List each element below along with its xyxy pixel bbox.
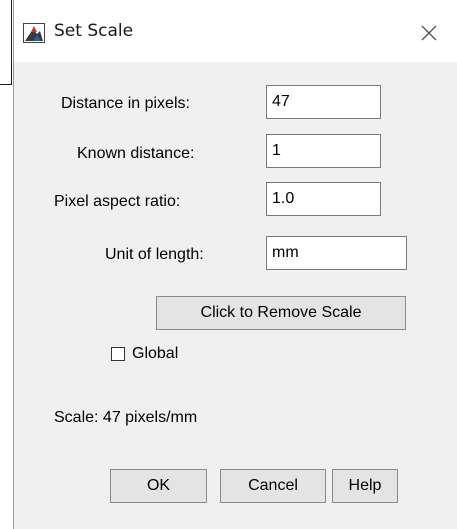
unit-of-length-label: Unit of length: xyxy=(105,246,204,263)
unit-of-length-field[interactable] xyxy=(266,236,407,270)
remove-scale-button[interactable]: Click to Remove Scale xyxy=(156,296,406,330)
ok-button[interactable]: OK xyxy=(110,469,207,503)
known-distance-label: Known distance: xyxy=(77,145,195,162)
global-checkbox[interactable] xyxy=(111,347,125,361)
help-button[interactable]: Help xyxy=(332,469,398,503)
window-title: Set Scale xyxy=(54,21,134,41)
title-bar[interactable]: Set Scale xyxy=(14,0,457,62)
background-window-edge xyxy=(0,0,12,85)
set-scale-dialog: Set Scale Distance in pixels: Known dist… xyxy=(13,0,457,529)
distance-in-pixels-field[interactable] xyxy=(266,85,381,119)
pixel-aspect-ratio-field[interactable] xyxy=(266,182,381,216)
global-label: Global xyxy=(132,345,179,362)
known-distance-field[interactable] xyxy=(266,134,381,168)
imagej-app-icon xyxy=(23,23,45,43)
screen: Set Scale Distance in pixels: Known dist… xyxy=(0,0,457,529)
distance-in-pixels-label: Distance in pixels: xyxy=(61,95,190,112)
close-icon[interactable] xyxy=(416,20,442,46)
scale-status-text: Scale: 47 pixels/mm xyxy=(54,409,198,426)
pixel-aspect-ratio-label: Pixel aspect ratio: xyxy=(54,193,181,210)
cancel-button[interactable]: Cancel xyxy=(220,469,326,503)
